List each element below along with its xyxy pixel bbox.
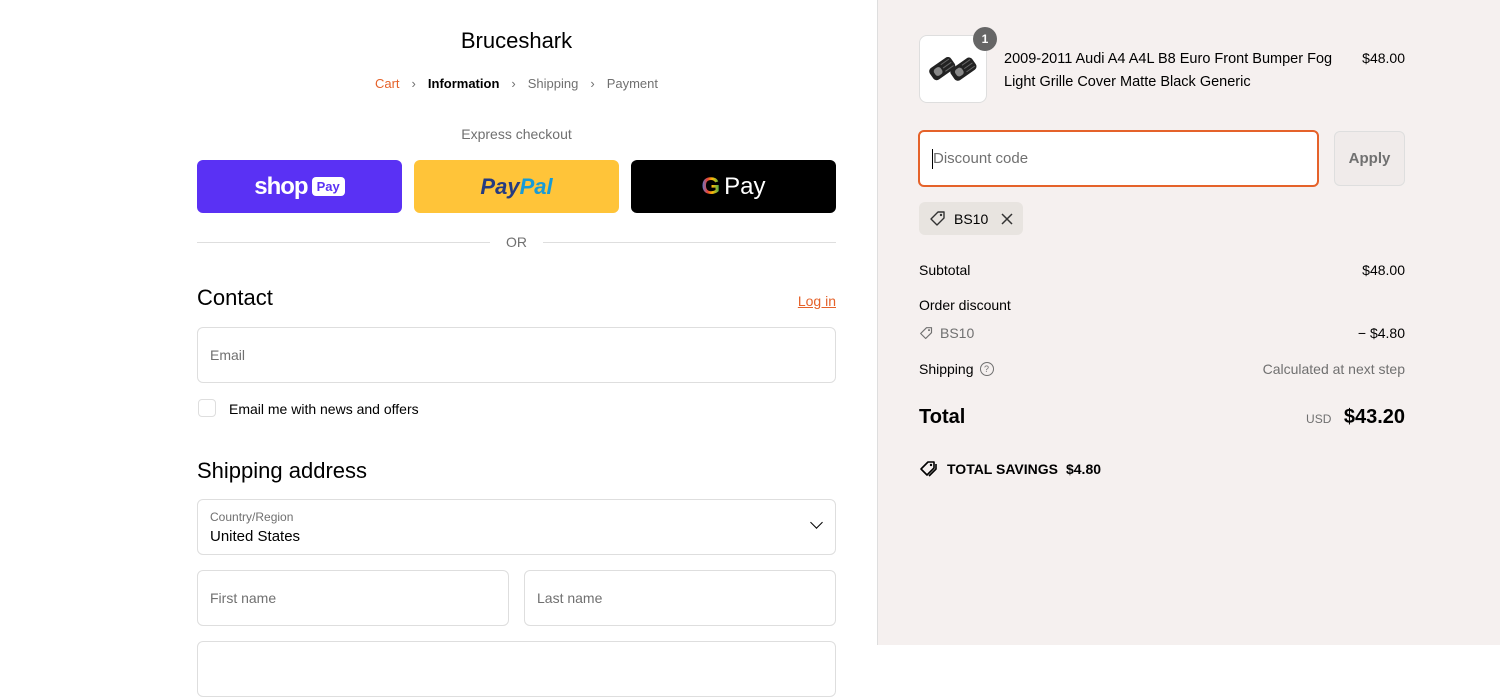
- newsletter-checkbox[interactable]: [198, 399, 216, 417]
- country-value: United States: [210, 528, 301, 545]
- paypal-logo-pay: Pay: [480, 173, 520, 199]
- breadcrumb-shipping: Shipping: [527, 76, 579, 91]
- product-name: 2009-2011 Audi A4 A4L B8 Euro Front Bump…: [1004, 51, 1333, 90]
- discount-line: BS10: [919, 325, 974, 341]
- savings-value: $4.80: [1065, 461, 1102, 477]
- google-pay-button[interactable]: G Pay: [631, 160, 836, 213]
- express-checkout-label: Express checkout: [461, 126, 572, 142]
- shipping-value: Calculated at next step: [1262, 361, 1405, 377]
- chevron-right-icon: ›: [411, 76, 416, 91]
- paypal-button[interactable]: Pay Pal: [414, 160, 619, 213]
- breadcrumb-payment: Payment: [606, 76, 658, 91]
- shipping-row: Shipping ? Calculated at next step: [919, 361, 1405, 377]
- country-label: Country/Region: [210, 510, 294, 524]
- total-savings: TOTAL SAVINGS $4.80: [919, 460, 1101, 478]
- shipping-address-heading: Shipping address: [197, 458, 368, 483]
- currency-code: USD: [1306, 412, 1332, 426]
- total-label: Total: [919, 406, 966, 428]
- quantity-badge: 1: [973, 27, 997, 51]
- applied-discount-chip: BS10: [919, 202, 1023, 235]
- first-name-placeholder: First name: [210, 590, 277, 606]
- close-icon[interactable]: [1000, 212, 1014, 226]
- store-name[interactable]: Bruceshark: [197, 28, 836, 54]
- last-name-placeholder: Last name: [537, 590, 603, 606]
- discount-amount: − $4.80: [1357, 325, 1405, 341]
- total-row: Total USD $43.20: [919, 406, 1405, 429]
- checkout-main: Bruceshark Cart › Information › Shipping…: [0, 0, 877, 697]
- chevron-right-icon: ›: [511, 76, 516, 91]
- order-discount-row: Order discount: [919, 297, 1405, 313]
- email-placeholder: Email: [210, 347, 246, 363]
- chevron-down-icon: [810, 516, 823, 529]
- discount-line-row: BS10 − $4.80: [919, 325, 1405, 341]
- country-select[interactable]: Country/Region United States: [197, 499, 836, 555]
- apply-button[interactable]: Apply: [1334, 131, 1405, 186]
- last-name-field[interactable]: Last name: [524, 570, 836, 626]
- first-name-field[interactable]: First name: [197, 570, 509, 626]
- applied-discount-code: BS10: [954, 210, 989, 227]
- next-address-field[interactable]: [197, 641, 836, 697]
- chevron-right-icon: ›: [590, 76, 595, 91]
- breadcrumb-information: Information: [427, 76, 500, 91]
- contact-heading: Contact: [197, 285, 273, 310]
- help-icon[interactable]: ?: [979, 362, 994, 376]
- order-discount-label: Order discount: [919, 297, 1011, 313]
- text-caret: [932, 149, 933, 169]
- or-divider: OR: [197, 234, 836, 250]
- subtotal-row: Subtotal $48.00: [919, 262, 1405, 278]
- shop-pay-logo: shop: [254, 172, 308, 200]
- newsletter-label: Email me with news and offers: [229, 401, 419, 417]
- shipping-label: Shipping: [919, 361, 974, 377]
- discount-code-placeholder: Discount code: [933, 150, 1029, 167]
- tag-icon: [930, 210, 945, 226]
- discount-line-code: BS10: [940, 325, 975, 341]
- savings-tag-icon: [920, 461, 937, 477]
- breadcrumb: Cart › Information › Shipping › Payment: [197, 76, 836, 91]
- shipping-label-wrap: Shipping ?: [919, 361, 994, 377]
- google-g-icon: G: [701, 172, 721, 200]
- login-link[interactable]: Log in: [760, 293, 836, 309]
- savings-label: TOTAL SAVINGS: [947, 461, 1058, 477]
- shop-pay-pill: Pay: [311, 177, 345, 196]
- total-value: $43.20: [1343, 406, 1405, 428]
- breadcrumb-cart[interactable]: Cart: [375, 76, 400, 91]
- divider-line: [543, 241, 836, 243]
- shop-pay-button[interactable]: shop Pay: [197, 160, 402, 213]
- email-field[interactable]: Email: [197, 327, 836, 383]
- or-label: OR: [506, 234, 527, 250]
- divider-line: [197, 241, 490, 243]
- subtotal-value: $48.00: [1362, 262, 1405, 278]
- discount-code-input[interactable]: Discount code: [918, 130, 1319, 187]
- subtotal-label: Subtotal: [919, 262, 971, 278]
- total-amount-wrap: USD $43.20: [1306, 406, 1405, 429]
- product-price: $48.00: [1362, 50, 1405, 66]
- tag-icon: [920, 326, 933, 339]
- paypal-logo-pal: Pal: [519, 173, 553, 199]
- google-pay-label: Pay: [724, 172, 766, 200]
